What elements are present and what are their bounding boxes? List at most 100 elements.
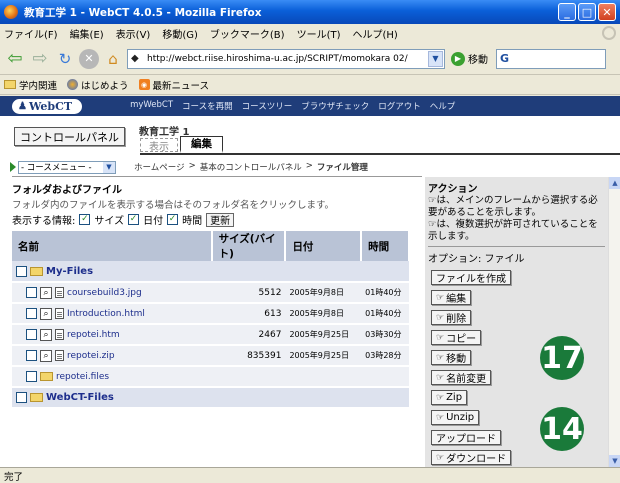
google-search-icon: G: [500, 52, 510, 65]
minimize-button[interactable]: _: [558, 3, 576, 21]
scroll-up-icon[interactable]: ▲: [609, 177, 620, 189]
single-select-icon: ☞: [428, 195, 437, 206]
page-icon: ◆: [131, 52, 139, 64]
header-date[interactable]: 日付: [285, 231, 363, 261]
actions-title: アクション: [428, 184, 478, 195]
webct-logo[interactable]: ♟ WebCT: [12, 98, 83, 114]
refresh-button[interactable]: 更新: [206, 212, 235, 227]
bookmark-getting-started[interactable]: はじめよう: [67, 78, 129, 92]
row-checkbox[interactable]: [26, 371, 37, 382]
breadcrumb: ホームページ > 基本のコントロールパネル > ファイル管理: [134, 161, 368, 173]
go-button[interactable]: ▶ 移動: [451, 51, 488, 66]
stop-icon[interactable]: ✕: [79, 48, 99, 69]
row-checkbox[interactable]: [16, 392, 27, 403]
url-field[interactable]: ◆ http://webct.riise.hiroshima-u.ac.jp/S…: [127, 48, 445, 69]
header-time[interactable]: 時間: [361, 231, 410, 261]
date-checkbox[interactable]: ✓: [128, 214, 140, 225]
table-row: ⌕ repotei.htm 2467 2005年9月25日 03時30分: [12, 324, 409, 346]
back-arrow-icon[interactable]: ⇦: [4, 48, 26, 70]
unzip-button[interactable]: ☞ Unzip: [431, 410, 480, 425]
nav-mywebct[interactable]: myWebCT: [130, 100, 173, 112]
row-checkbox[interactable]: [26, 287, 37, 298]
section-description: フォルダ内のファイルを表示する場合はそのフォルダ名をクリックします。: [12, 200, 335, 211]
file-link[interactable]: Introduction.html: [67, 309, 145, 319]
nav-resume-course[interactable]: コースを再開: [182, 100, 233, 112]
size-cell: 5512: [211, 282, 286, 304]
copy-button[interactable]: ☞ コピー: [431, 330, 482, 345]
folder-link[interactable]: repotei.files: [56, 372, 109, 382]
rename-button[interactable]: ☞ 名前変更: [431, 370, 492, 385]
close-button[interactable]: ✕: [598, 3, 616, 21]
delete-button[interactable]: ☞ 削除: [431, 310, 472, 325]
menu-view[interactable]: 表示(V): [116, 26, 151, 41]
hand-pointer-icon: ☞: [436, 452, 445, 463]
magnifier-icon[interactable]: ⌕: [40, 328, 52, 341]
search-input[interactable]: G: [496, 48, 606, 69]
button-label: コピー: [446, 334, 477, 345]
header-name[interactable]: 名前: [12, 231, 213, 261]
crumb-home[interactable]: ホームページ: [134, 161, 185, 173]
row-checkbox[interactable]: [26, 308, 37, 319]
date-cell: [285, 366, 362, 388]
folder-link[interactable]: My-Files: [46, 266, 93, 277]
table-row: repotei.files: [12, 366, 409, 388]
create-file-button[interactable]: ファイルを作成: [431, 270, 511, 285]
firefox-logo-icon: [4, 5, 18, 19]
time-checkbox[interactable]: ✓: [167, 214, 179, 225]
forward-arrow-icon[interactable]: ⇨: [29, 48, 51, 70]
menu-edit[interactable]: 編集(E): [70, 26, 104, 41]
hand-pointer-icon: ☞: [436, 372, 445, 383]
reload-icon[interactable]: ↻: [54, 48, 76, 70]
button-label: 編集: [446, 294, 467, 305]
magnifier-icon[interactable]: ⌕: [40, 349, 52, 362]
size-checkbox[interactable]: ✓: [79, 214, 91, 225]
maximize-button[interactable]: □: [578, 3, 596, 21]
date-cell: 2005年9月8日: [285, 282, 362, 304]
course-menu-value: - コースメニュー -: [21, 163, 92, 173]
edit-button[interactable]: ☞ 編集: [431, 290, 472, 305]
folder-link[interactable]: WebCT-Files: [46, 392, 114, 403]
file-link[interactable]: repotei.zip: [67, 351, 115, 361]
file-link[interactable]: repotei.htm: [67, 330, 120, 340]
nav-course-tree[interactable]: コースツリー: [242, 100, 293, 112]
course-menu-select[interactable]: - コースメニュー - ▼: [18, 160, 116, 174]
menu-bookmarks[interactable]: ブックマーク(B): [210, 26, 285, 41]
menu-help[interactable]: ヘルプ(H): [353, 26, 398, 41]
vertical-scrollbar[interactable]: ▲ ▼: [608, 177, 620, 467]
menu-tools[interactable]: ツール(T): [297, 26, 341, 41]
chevron-down-icon: ▼: [103, 161, 115, 173]
crumb-separator: >: [305, 161, 313, 171]
hand-pointer-icon: ☞: [436, 392, 445, 403]
crumb-control-panel[interactable]: 基本のコントロールパネル: [200, 161, 302, 173]
nav-browser-check[interactable]: ブラウザチェック: [301, 100, 369, 112]
size-cell: [211, 387, 286, 409]
download-button[interactable]: ☞ ダウンロード: [431, 450, 512, 465]
move-button[interactable]: ☞ 移動: [431, 350, 472, 365]
row-checkbox[interactable]: [16, 265, 27, 277]
row-checkbox[interactable]: [26, 350, 37, 361]
nav-help[interactable]: ヘルプ: [430, 100, 456, 112]
menu-file[interactable]: ファイル(F): [4, 26, 58, 41]
breadcrumb-bar: - コースメニュー - ▼ ホームページ > 基本のコントロールパネル > ファ…: [0, 159, 620, 175]
zip-button[interactable]: ☞ Zip: [431, 390, 468, 405]
url-dropdown-icon[interactable]: ▼: [428, 50, 443, 67]
bookmark-latest-news[interactable]: ◉ 最新ニュース: [138, 78, 209, 92]
magnifier-icon[interactable]: ⌕: [40, 286, 52, 299]
scroll-down-icon[interactable]: ▼: [609, 455, 620, 467]
row-checkbox[interactable]: [26, 329, 37, 340]
tab-edit[interactable]: 編集: [180, 136, 223, 153]
size-option-label: サイズ: [94, 216, 125, 227]
control-panel-button[interactable]: コントロールパネル: [14, 127, 125, 146]
step-badge-17: 17: [540, 336, 584, 380]
bookmark-folder[interactable]: 学内関連: [4, 78, 57, 92]
nav-logout[interactable]: ログアウト: [378, 100, 421, 112]
tab-view[interactable]: 表示: [140, 138, 178, 153]
upload-button[interactable]: アップロード: [431, 430, 501, 445]
go-arrow-icon: ▶: [451, 51, 465, 66]
section-title: フォルダおよびファイル: [12, 185, 122, 196]
magnifier-icon[interactable]: ⌕: [40, 307, 52, 320]
header-size[interactable]: サイズ(バイト): [211, 231, 287, 261]
menu-go[interactable]: 移動(G): [162, 26, 198, 41]
file-link[interactable]: coursebuild3.jpg: [67, 288, 142, 298]
home-icon[interactable]: ⌂: [102, 48, 124, 70]
